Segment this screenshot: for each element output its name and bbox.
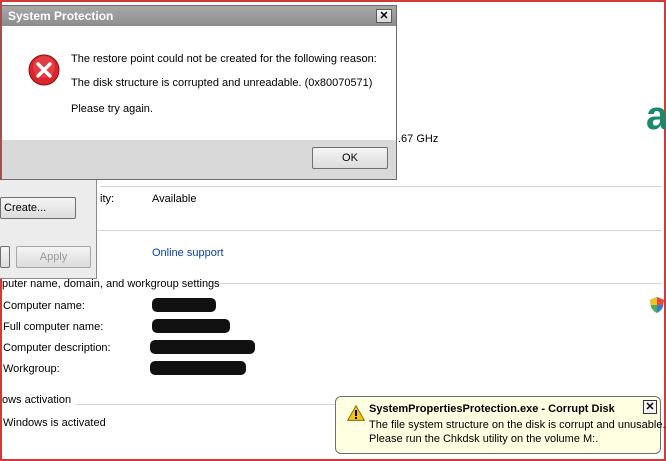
redacted-value [150,361,246,375]
create-button[interactable]: Create... [0,197,76,219]
divider [212,283,662,284]
online-support-link[interactable]: Online support [152,247,224,259]
dialog-close-button[interactable]: ✕ [376,9,392,23]
dialog-title: System Protection [8,9,114,23]
apply-button[interactable]: Apply [16,246,91,268]
notification-message-line2: Please run the Chkdsk utility on the vol… [369,433,599,445]
computer-description-label: Computer description: [3,342,111,354]
dialog-message-line3: Please try again. [71,103,153,115]
corrupt-disk-notification[interactable]: SystemPropertiesProtection.exe - Corrupt… [335,396,666,454]
dialog-titlebar[interactable]: System Protection ✕ [2,6,396,26]
divider [0,230,662,231]
shield-icon[interactable] [650,297,664,313]
dialog-message-line1: The restore point could not be created f… [71,53,377,65]
close-icon: ✕ [379,10,389,22]
redacted-value [150,340,255,354]
dialog-body: The restore point could not be created f… [2,26,396,140]
full-computer-name-label: Full computer name: [3,321,104,333]
divider [76,404,336,405]
availability-label: ity: [100,193,115,205]
system-properties-panel: Create... Apply [0,180,97,279]
dialog-message-line2: The disk structure is corrupted and unre… [71,77,373,89]
notification-message-line1: The file system structure on the disk is… [369,419,666,431]
ok-button[interactable]: OK [312,147,388,169]
redacted-value [152,319,230,333]
system-protection-error-dialog: System Protection ✕ The restore point co… [1,5,397,180]
computer-settings-section-title: puter name, domain, and workgroup settin… [2,278,220,290]
windows-activation-section-title: ows activation [2,394,72,406]
manufacturer-logo: a [646,96,666,136]
computer-name-label: Computer name: [3,300,85,312]
availability-value: Available [152,193,197,205]
divider [100,186,662,187]
close-icon: ✕ [645,401,655,413]
notification-close-button[interactable]: ✕ [643,400,657,414]
processor-speed: .67 GHz [398,133,439,145]
warning-icon [347,405,365,421]
redacted-value [152,298,216,312]
workgroup-label: Workgroup: [3,363,60,375]
cancel-button-partial[interactable] [0,246,10,268]
error-icon [28,54,60,86]
notification-title: SystemPropertiesProtection.exe - Corrupt… [369,403,615,415]
activation-status: Windows is activated [3,417,106,429]
